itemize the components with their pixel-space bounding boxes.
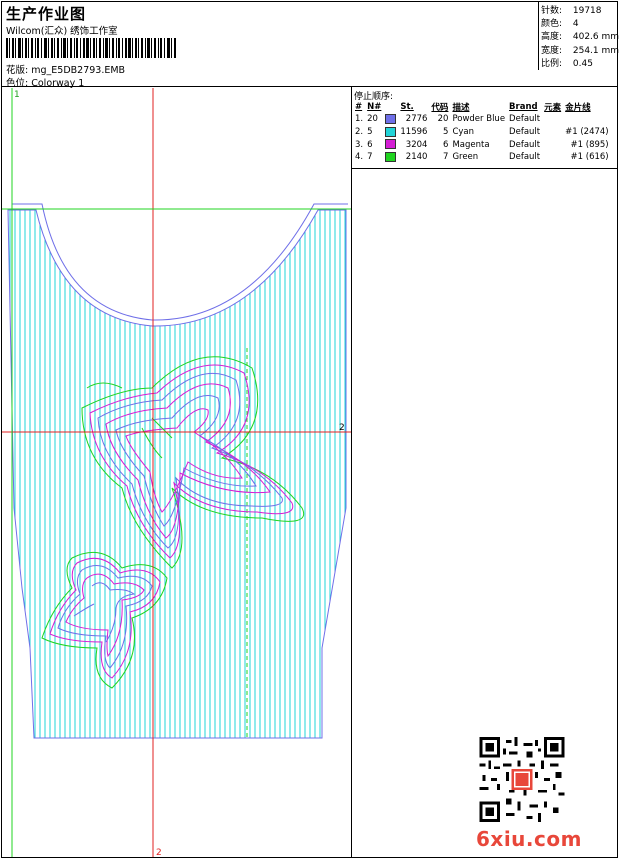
row-spool: #1 (616) [570, 152, 609, 163]
sequence-row: 4. 7 2140 7 Green Default #1 (616) [353, 151, 611, 164]
design-file-line: 花版: mg_E5DB2793.EMB [6, 62, 125, 76]
color-swatch [385, 139, 397, 150]
row-code: 5 [443, 127, 449, 138]
col-code: 代码 [431, 102, 449, 113]
col-spool: 金片线 [565, 102, 591, 113]
page-title: 生产作业图 [6, 5, 87, 23]
col-n: N# [367, 101, 382, 112]
row-stitches: 2140 [405, 152, 428, 163]
row-n: 7 [367, 152, 373, 163]
neckline-outline [12, 203, 348, 321]
marker-2-right: 2 [339, 423, 345, 433]
stat-width: 宽度: 254.1 mm [541, 45, 620, 56]
row-desc: Powder Blue [452, 114, 506, 125]
col-num: # [355, 101, 363, 112]
row-n: 6 [367, 139, 373, 150]
header-divider [2, 86, 618, 87]
row-swatch [383, 126, 398, 139]
row-swatch [383, 113, 398, 126]
company-name: Wilcom(汇众) 绣饰工作室 [6, 26, 118, 37]
row-brand: Default [509, 139, 541, 150]
row-n: 20 [367, 114, 378, 125]
col-brand: Brand [509, 101, 538, 112]
row-desc: Green [452, 152, 479, 163]
sequence-row: 1. 20 2776 20 Powder Blue Default [353, 113, 611, 126]
qr-code [479, 737, 565, 822]
color-swatch [385, 114, 397, 125]
row-code: 7 [443, 152, 449, 163]
stats-panel: 针数: 19718 颜色: 4 高度: 402.6 mm 宽度: 254.1 m… [541, 5, 619, 71]
col-stitches: St. [400, 101, 414, 112]
col-desc: 描述 [452, 102, 470, 113]
row-element [542, 126, 563, 139]
row-brand: Default [509, 114, 541, 125]
design-preview: 1 2 2 [2, 88, 351, 857]
col-element: 元素 [544, 102, 562, 113]
row-element [542, 138, 563, 151]
row-stitches: 11596 [400, 127, 428, 138]
stats-divider [538, 2, 539, 70]
row-n: 5 [367, 127, 373, 138]
row-brand: Default [509, 127, 541, 138]
marker-1: 1 [14, 90, 20, 100]
row-spool [563, 113, 611, 126]
row-spool: #1 (2474) [565, 127, 609, 138]
marker-2-bottom: 2 [156, 848, 162, 857]
row-num: 4. [355, 152, 364, 163]
sequence-header-row: # N# St. 代码 描述 Brand 元素 金片线 [353, 100, 611, 113]
row-num: 2. [355, 127, 364, 138]
sequence-table: # N# St. 代码 描述 Brand 元素 金片线 1. 20 2776 20 Po… [353, 100, 611, 164]
stat-colors: 颜色: 4 [541, 19, 579, 30]
row-desc: Cyan [452, 127, 474, 138]
row-brand: Default [509, 152, 541, 163]
row-stitches: 2776 [405, 114, 428, 125]
row-spool: #1 (895) [570, 139, 609, 150]
stat-height: 高度: 402.6 mm [541, 32, 620, 43]
row-desc: Magenta [452, 139, 490, 150]
stat-stitches: 针数: 19718 [541, 6, 602, 16]
color-swatch [385, 126, 397, 137]
row-element [542, 151, 563, 164]
panel-divider [351, 87, 352, 858]
row-swatch [383, 138, 398, 151]
color-swatch [385, 152, 397, 163]
row-num: 1. [355, 114, 364, 125]
barcode [6, 38, 176, 58]
fill-stitches [9, 210, 346, 738]
site-logo: 6xiu.com [476, 827, 582, 851]
sequence-row: 2. 5 11596 5 Cyan Default #1 (2474) [353, 126, 611, 139]
row-code: 6 [443, 139, 449, 150]
sequence-row: 3. 6 3204 6 Magenta Default #1 (895) [353, 138, 611, 151]
stat-scale: 比例: 0.45 [541, 58, 593, 69]
row-code: 20 [437, 114, 449, 125]
row-stitches: 3204 [405, 139, 428, 150]
row-element [542, 113, 563, 126]
sequence-divider [352, 168, 618, 169]
row-num: 3. [355, 139, 364, 150]
row-swatch [383, 151, 398, 164]
